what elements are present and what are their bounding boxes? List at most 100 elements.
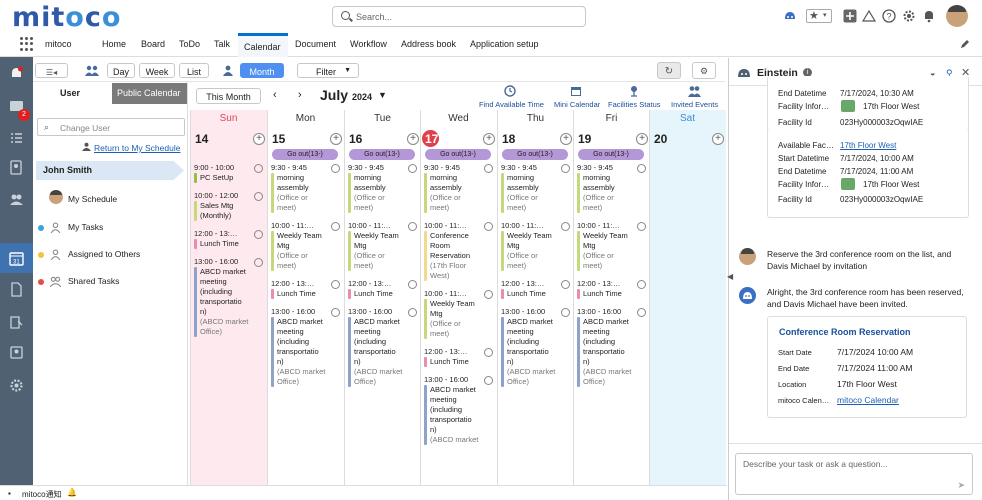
event-status-icon[interactable] — [484, 222, 493, 231]
user-icon[interactable] — [223, 65, 233, 76]
find-available-time-link[interactable]: Find Available Time — [479, 100, 544, 109]
tab-home[interactable]: Home — [102, 39, 126, 49]
calendar-event[interactable]: 13:00 - 16:00 ABCD market meeting (includin… — [501, 307, 573, 387]
event-status-icon[interactable] — [484, 164, 493, 173]
collapse-arrow-icon[interactable]: ◀ — [727, 272, 733, 286]
event-status-icon[interactable] — [637, 308, 646, 317]
add-event-icon[interactable]: + — [253, 133, 265, 145]
return-to-my-schedule-link[interactable]: Return to My Schedule — [94, 143, 180, 153]
event-status-icon[interactable] — [637, 222, 646, 231]
day-number[interactable]: 17 — [425, 132, 438, 146]
event-status-icon[interactable] — [637, 280, 646, 289]
event-status-icon[interactable] — [637, 164, 646, 173]
this-month-button[interactable]: This Month — [196, 88, 261, 104]
calendar-event[interactable]: 13:00 - 16:00 ABCD market meeting (includin… — [424, 375, 496, 445]
calendar-event[interactable]: 13:00 - 16:00 ABCD market meeting (includin… — [348, 307, 420, 387]
notification-bell-icon[interactable] — [9, 66, 24, 81]
add-event-icon[interactable]: + — [483, 133, 495, 145]
event-status-icon[interactable] — [254, 230, 263, 239]
event-status-icon[interactable] — [254, 192, 263, 201]
add-event-icon[interactable]: + — [330, 133, 342, 145]
go-out-badge[interactable]: Go out(13-) — [349, 149, 415, 160]
view-month-button[interactable]: Month — [240, 63, 284, 78]
available-facility-field-value[interactable]: 17th Floor West — [840, 141, 896, 150]
contacts-icon[interactable] — [9, 160, 24, 175]
day-number[interactable]: 19 — [578, 132, 591, 146]
event-status-icon[interactable] — [408, 308, 417, 317]
talk-icon[interactable] — [9, 192, 24, 207]
workflow-icon[interactable] — [9, 315, 24, 330]
filter-dropdown[interactable]: Filter ▼ — [297, 63, 359, 78]
facilities-status-link[interactable]: Facilities Status — [608, 100, 661, 109]
einstein-input[interactable]: Describe your task or ask a question... … — [735, 453, 973, 495]
collapse-panel-button[interactable]: ☰◂ — [35, 63, 68, 78]
my-tasks-item[interactable]: My Tasks — [68, 222, 103, 232]
bell-icon[interactable]: 🔔 — [67, 488, 77, 497]
tab-application-setup[interactable]: Application setup — [470, 39, 539, 49]
app-launcher-icon[interactable] — [20, 37, 34, 51]
tab-address-book[interactable]: Address book — [401, 39, 456, 49]
mitoco-calendar-link[interactable]: mitoco Calendar — [837, 395, 899, 405]
view-list-button[interactable]: List — [179, 63, 209, 78]
calendar-icon[interactable]: 31 — [9, 251, 24, 266]
calendar-event[interactable]: 13:00 - 16:00 ABCD market meeting (includin… — [577, 307, 649, 387]
event-status-icon[interactable] — [331, 222, 340, 231]
add-event-icon[interactable]: + — [560, 133, 572, 145]
event-status-icon[interactable] — [254, 258, 263, 267]
tab-workflow[interactable]: Workflow — [350, 39, 387, 49]
selected-user-row[interactable]: John Smith — [36, 161, 184, 180]
event-status-icon[interactable] — [561, 280, 570, 289]
invited-events-link[interactable]: Invited Events — [671, 100, 718, 109]
tab-board[interactable]: Board — [141, 39, 165, 49]
add-event-icon[interactable]: + — [712, 133, 724, 145]
event-status-icon[interactable] — [561, 308, 570, 317]
day-number[interactable]: 14 — [195, 132, 208, 146]
tab-todo[interactable]: ToDo — [179, 39, 200, 49]
public-calendar-button[interactable]: Public Calendar — [112, 83, 187, 104]
month-dropdown-icon[interactable]: ▼ — [378, 90, 387, 100]
event-status-icon[interactable] — [484, 376, 493, 385]
todo-icon[interactable] — [9, 131, 24, 146]
event-status-icon[interactable] — [331, 164, 340, 173]
einstein-icon[interactable] — [783, 9, 797, 23]
shared-tasks-item[interactable]: Shared Tasks — [68, 276, 119, 286]
add-event-icon[interactable]: + — [407, 133, 419, 145]
add-event-icon[interactable]: + — [636, 133, 648, 145]
assigned-to-others-item[interactable]: Assigned to Others — [68, 249, 140, 259]
event-status-icon[interactable] — [408, 222, 417, 231]
trailhead-icon[interactable] — [862, 9, 876, 23]
view-day-button[interactable]: Day — [107, 63, 135, 78]
event-status-icon[interactable] — [484, 290, 493, 299]
event-status-icon[interactable] — [331, 308, 340, 317]
mitoco-logo[interactable]: mitoco — [12, 2, 121, 33]
avatar[interactable] — [946, 5, 968, 27]
tab-document[interactable]: Document — [295, 39, 336, 49]
my-schedule-item[interactable]: My Schedule — [68, 194, 117, 204]
settings-icon[interactable] — [9, 378, 24, 393]
group-users-icon[interactable] — [85, 65, 99, 76]
tab-calendar[interactable]: Calendar — [238, 33, 288, 57]
go-out-badge[interactable]: Go out(13-) — [425, 149, 491, 160]
event-status-icon[interactable] — [254, 164, 263, 173]
calendar-event[interactable]: 13:00 - 16:00 ABCD market meeting (includin… — [194, 257, 266, 337]
document-icon[interactable] — [9, 282, 24, 297]
event-status-icon[interactable] — [561, 222, 570, 231]
refresh-button[interactable]: ↻ — [657, 62, 681, 79]
search-bar[interactable]: Search... — [332, 6, 586, 27]
go-out-badge[interactable]: Go out(13-) — [502, 149, 568, 160]
next-arrow-icon[interactable]: › — [298, 89, 302, 101]
day-number[interactable]: 16 — [349, 132, 362, 146]
event-status-icon[interactable] — [408, 164, 417, 173]
search-input[interactable]: Search... — [356, 12, 392, 22]
tab-talk[interactable]: Talk — [214, 39, 230, 49]
edit-icon[interactable] — [960, 39, 970, 49]
event-status-icon[interactable] — [561, 164, 570, 173]
change-user-input[interactable]: ⌕ Change User — [37, 118, 185, 136]
favorites-button[interactable]: ★ ▾ — [806, 9, 832, 23]
add-icon[interactable] — [843, 9, 857, 23]
day-number[interactable]: 20 — [654, 132, 667, 146]
calendar-event[interactable]: 13:00 - 16:00 ABCD market meeting (includin… — [271, 307, 343, 387]
event-status-icon[interactable] — [484, 348, 493, 357]
event-status-icon[interactable] — [408, 280, 417, 289]
day-number[interactable]: 15 — [272, 132, 285, 146]
